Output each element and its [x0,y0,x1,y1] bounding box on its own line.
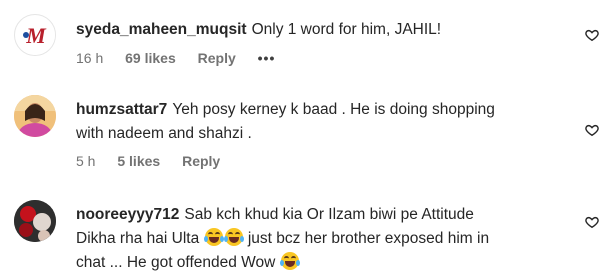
comment-text-continued: just bcz her brother exposed him in [247,230,490,247]
reply-button[interactable]: Reply [182,153,220,169]
comment-text: Sab kch khud kia Or Ilzam biwi pe Attitu… [184,206,474,223]
comment-likes[interactable]: 69 likes [125,50,176,66]
comment-text: Only 1 word for him, JAHIL! [251,21,442,38]
comment-username[interactable]: humzsattar7 [76,101,167,118]
avatar[interactable] [14,200,56,242]
laughing-emoji-icon [223,228,244,246]
more-options-icon[interactable]: ••• [258,50,276,66]
comment-likes[interactable]: 5 likes [117,153,160,169]
like-heart-icon[interactable] [585,123,599,137]
comment-text-continued: chat ... He got offended Wow [76,254,276,271]
avatar-logo-image: M [16,16,55,55]
like-heart-icon[interactable] [585,28,599,42]
avatar-photo-image [14,200,56,242]
comment-text-continued: with nadeem and shahzi . [76,125,252,142]
comment-text: Yeh posy kerney k baad . He is doing sho… [172,101,495,118]
comment-time: 5 h [76,153,96,169]
comment-username[interactable]: nooreeyyy712 [76,206,179,223]
like-heart-icon[interactable] [585,215,599,229]
comment-text-continued: Dikha rha hai Ulta [76,230,200,247]
avatar[interactable]: M [14,14,56,56]
avatar[interactable] [14,95,56,137]
comment-time: 16 h [76,50,104,66]
comment-username[interactable]: syeda_maheen_muqsit [76,21,247,38]
avatar-photo-image [14,95,56,137]
laughing-emoji-icon [279,252,300,270]
laughing-emoji-icon [203,228,224,246]
reply-button[interactable]: Reply [198,50,236,66]
